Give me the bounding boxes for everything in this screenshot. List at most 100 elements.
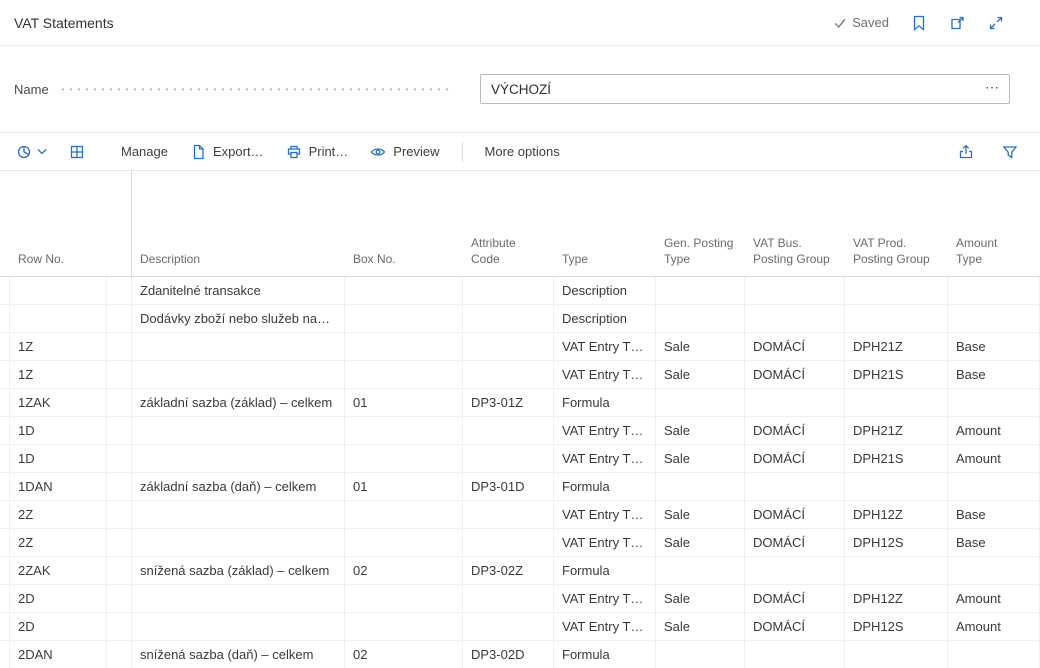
column-header[interactable]: Row No. [10, 171, 107, 276]
cell[interactable] [345, 333, 463, 361]
cell[interactable] [132, 585, 345, 613]
cell[interactable] [745, 389, 845, 417]
cell[interactable]: Sale [656, 361, 745, 389]
cell[interactable] [948, 641, 1040, 668]
column-header[interactable]: Amount Type [948, 171, 1040, 276]
cell[interactable]: Formula [554, 641, 656, 668]
table-row[interactable]: 2D VAT Entry T… Sale DOMÁCÍ DPH12Z Amount [0, 585, 1040, 613]
cell[interactable]: 1D [10, 445, 107, 473]
cell[interactable] [745, 277, 845, 305]
cell[interactable] [463, 585, 554, 613]
cell[interactable] [345, 361, 463, 389]
cell[interactable]: VAT Entry T… [554, 361, 656, 389]
cell[interactable] [656, 641, 745, 668]
cell[interactable]: DOMÁCÍ [745, 361, 845, 389]
cell[interactable] [132, 529, 345, 557]
cell[interactable] [845, 389, 948, 417]
cell[interactable] [745, 473, 845, 501]
print-button[interactable]: Print… [286, 144, 348, 160]
cell[interactable] [656, 389, 745, 417]
cell[interactable] [463, 333, 554, 361]
cell[interactable]: DPH21S [845, 361, 948, 389]
column-header[interactable]: Gen. Posting Type [656, 171, 745, 276]
cell[interactable]: základní sazba (daň) – celkem [132, 473, 345, 501]
cell[interactable]: Sale [656, 529, 745, 557]
cell[interactable]: Zdanitelné transakce [132, 277, 345, 305]
cell[interactable]: Formula [554, 557, 656, 585]
table-row[interactable]: 2D VAT Entry T… Sale DOMÁCÍ DPH12S Amount [0, 613, 1040, 641]
cell[interactable] [948, 277, 1040, 305]
cell[interactable]: Sale [656, 613, 745, 641]
cell[interactable]: DOMÁCÍ [745, 333, 845, 361]
table-row[interactable]: 2DAN snížená sazba (daň) – celkem 02 DP3-02… [0, 641, 1040, 668]
cell[interactable] [745, 557, 845, 585]
column-header[interactable]: VAT Prod. Posting Group [845, 171, 948, 276]
table-row[interactable]: 1Z VAT Entry T… Sale DOMÁCÍ DPH21Z Base [0, 333, 1040, 361]
cell[interactable]: Description [554, 305, 656, 333]
cell[interactable]: 01 [345, 473, 463, 501]
cell[interactable]: 1D [10, 417, 107, 445]
cell[interactable] [948, 389, 1040, 417]
cell[interactable]: základní sazba (základ) – celkem [132, 389, 345, 417]
cell[interactable]: DOMÁCÍ [745, 585, 845, 613]
cell[interactable] [845, 277, 948, 305]
cell[interactable] [463, 501, 554, 529]
cell[interactable]: 2D [10, 613, 107, 641]
column-header[interactable]: VAT Bus. Posting Group [745, 171, 845, 276]
cell[interactable]: Description [554, 277, 656, 305]
cell[interactable] [656, 557, 745, 585]
cell[interactable]: 2DAN [10, 641, 107, 668]
table-row[interactable]: Dodávky zboží nebo služeb na… Description [0, 305, 1040, 333]
cell[interactable]: DPH12Z [845, 501, 948, 529]
cell[interactable] [745, 641, 845, 668]
cell[interactable] [463, 277, 554, 305]
cell[interactable]: Sale [656, 417, 745, 445]
cell[interactable]: Amount [948, 445, 1040, 473]
cell[interactable]: VAT Entry T… [554, 613, 656, 641]
cell[interactable]: DOMÁCÍ [745, 445, 845, 473]
cell[interactable] [10, 277, 107, 305]
cell[interactable]: DOMÁCÍ [745, 529, 845, 557]
cell[interactable]: 2D [10, 585, 107, 613]
cell[interactable] [345, 445, 463, 473]
cell[interactable]: 02 [345, 557, 463, 585]
cell[interactable]: Formula [554, 389, 656, 417]
table-row[interactable]: 1D VAT Entry T… Sale DOMÁCÍ DPH21Z Amount [0, 417, 1040, 445]
export-button[interactable]: Export… [190, 144, 264, 160]
cell[interactable]: DP3-01D [463, 473, 554, 501]
cell[interactable]: snížená sazba (základ) – celkem [132, 557, 345, 585]
cell[interactable]: DPH21S [845, 445, 948, 473]
cell[interactable]: Sale [656, 585, 745, 613]
cell[interactable] [845, 641, 948, 668]
cell[interactable]: DPH21Z [845, 417, 948, 445]
cell[interactable] [132, 501, 345, 529]
chart-toggle-button[interactable] [16, 144, 47, 160]
cell[interactable]: 1ZAK [10, 389, 107, 417]
cell[interactable]: DPH12S [845, 529, 948, 557]
cell[interactable] [132, 417, 345, 445]
table-row[interactable]: 1DAN základní sazba (daň) – celkem 01 DP3-0… [0, 473, 1040, 501]
table-row[interactable]: Zdanitelné transakce Description [0, 277, 1040, 305]
cell[interactable]: Amount [948, 585, 1040, 613]
cell[interactable]: DOMÁCÍ [745, 501, 845, 529]
cell[interactable] [745, 305, 845, 333]
cell[interactable] [948, 473, 1040, 501]
cell[interactable] [10, 305, 107, 333]
cell[interactable]: snížená sazba (daň) – celkem [132, 641, 345, 668]
cell[interactable] [345, 305, 463, 333]
column-header[interactable]: Description [132, 171, 345, 276]
cell[interactable]: DOMÁCÍ [745, 613, 845, 641]
cell[interactable]: Amount [948, 417, 1040, 445]
share-icon[interactable] [958, 144, 974, 160]
cell[interactable]: 1Z [10, 333, 107, 361]
cell[interactable] [345, 277, 463, 305]
cell[interactable]: DOMÁCÍ [745, 417, 845, 445]
open-in-window-icon[interactable] [949, 15, 966, 31]
cell[interactable]: 1Z [10, 361, 107, 389]
cell[interactable]: DP3-02Z [463, 557, 554, 585]
table-row[interactable]: 1Z VAT Entry T… Sale DOMÁCÍ DPH21S Base [0, 361, 1040, 389]
cell[interactable] [463, 361, 554, 389]
cell[interactable] [345, 501, 463, 529]
cell[interactable]: Sale [656, 501, 745, 529]
preview-button[interactable]: Preview [370, 144, 440, 160]
